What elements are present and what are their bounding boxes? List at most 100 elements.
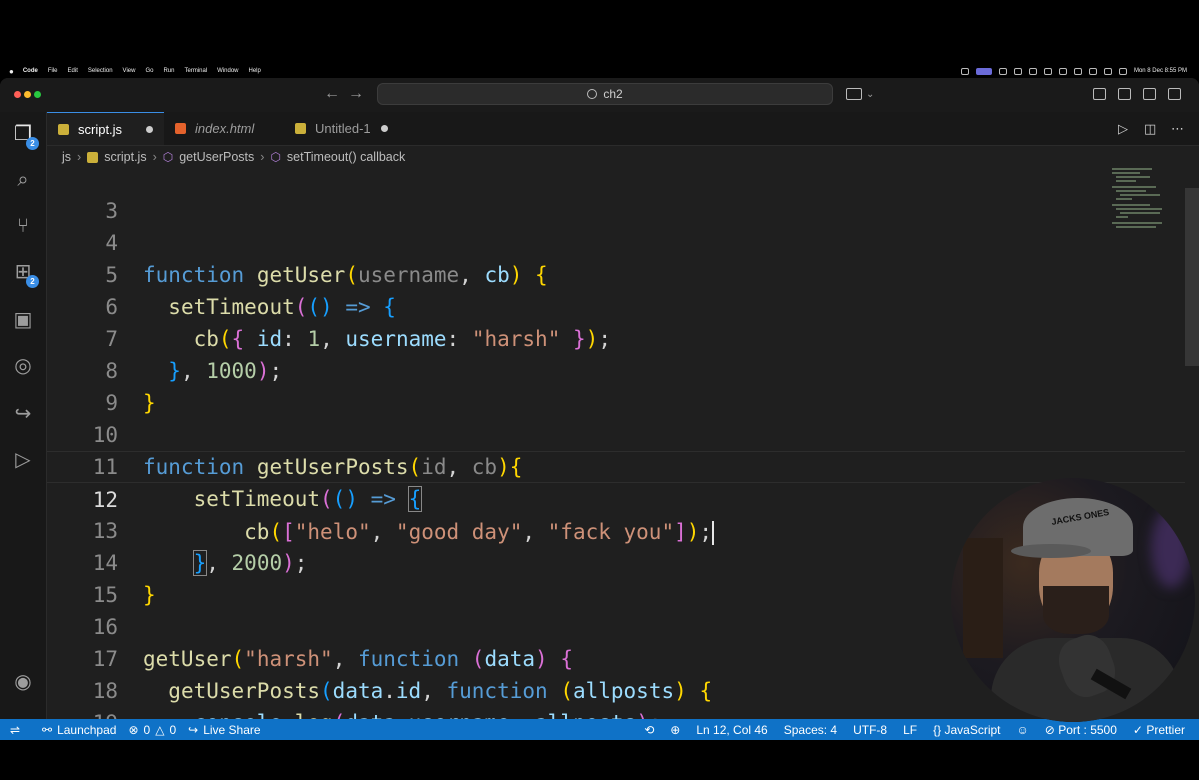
menu-bar-clock[interactable]: Mon 8 Dec 8:55 PM [1134,68,1187,74]
language-mode[interactable]: {} JavaScript [933,723,1000,737]
problems-status[interactable]: ⊗ 0 △ 0 [128,723,176,737]
close-window-button[interactable] [14,91,21,98]
menu-window[interactable]: Window [217,68,238,74]
code-line[interactable]: 8 } [47,323,1185,415]
run-code-icon[interactable]: ▷ [1118,121,1128,137]
launchpad-status[interactable]: ⚯ Launchpad [42,723,116,737]
toggle-secondary-sidebar-icon[interactable] [1168,88,1181,100]
tab-untitled-1[interactable]: Untitled-1 [295,112,405,145]
status-item-icon[interactable] [1043,67,1052,75]
breadcrumb-folder[interactable]: js [62,150,71,164]
presenter-beard [1043,586,1109,634]
more-actions-icon[interactable]: ⋯ [1171,121,1184,137]
end-of-line[interactable]: LF [903,723,917,737]
zoom-icon[interactable]: ⊕ [670,723,680,737]
menu-terminal[interactable]: Terminal [184,68,207,74]
title-bar: ← → ch2 ⌄ [0,78,1199,113]
menu-run[interactable]: Run [163,68,174,74]
code-line-current[interactable]: 12 cb(["helo", "good day", "fack you"]); [47,451,1185,545]
status-item-icon[interactable] [960,67,969,75]
command-center-search[interactable]: ch2 [377,83,833,105]
menu-help[interactable]: Help [249,68,261,74]
control-center-icon[interactable] [1118,67,1127,75]
unsaved-dot-icon[interactable] [380,125,388,132]
breadcrumb-file[interactable]: script.js [104,150,146,164]
html-file-icon [175,123,186,134]
toggle-panel-icon[interactable] [1143,88,1156,100]
prettier-status[interactable]: ✓ Prettier [1133,723,1185,737]
webcam-overlay: JACKS ONES [951,478,1195,722]
screen-recording-icon[interactable] [975,67,992,75]
javascript-file-icon [58,123,69,135]
menu-selection[interactable]: Selection [88,68,113,74]
search-icon[interactable] [1103,67,1112,75]
status-item-icon[interactable] [1013,67,1022,75]
breadcrumb: js › script.js › ⬡ getUserPosts › ⬡ setT… [62,146,405,168]
minimize-window-button[interactable] [24,91,31,98]
editor-scrollbar[interactable] [1185,188,1199,366]
account-icon[interactable]: ◉ [11,670,35,694]
search-icon [587,89,598,99]
presenter-cap-bill [1011,544,1091,558]
code-line[interactable]: 7 }, 1000); [47,291,1185,383]
chevron-down-icon[interactable]: ⌄ [866,89,874,100]
launchpad-icon: ⚯ [42,722,53,737]
toggle-primary-sidebar-icon[interactable] [1118,88,1131,100]
unsaved-dot-icon[interactable] [146,125,154,133]
zoom-window-button[interactable] [34,91,41,98]
encoding[interactable]: UTF-8 [853,723,887,737]
tab-script-js[interactable]: script.js [47,112,164,145]
breadcrumb-symbol[interactable]: getUserPosts [179,150,254,164]
back-arrow-icon[interactable]: ← [324,85,340,103]
chevron-right-icon: › [77,150,82,164]
source-control-icon[interactable]: ⑂ [11,214,35,238]
sync-icon[interactable]: ⟲ [644,723,654,737]
menu-view[interactable]: View [123,68,136,74]
editor-tabs: script.js index.html Untitled-1 ▷ ◫ ⋯ [47,112,1199,146]
status-item-icon[interactable] [1058,67,1067,75]
menu-go[interactable]: Go [145,68,153,74]
live-server-port[interactable]: ⊘ Port : 5500 [1045,723,1117,737]
copilot-chat-icon[interactable] [846,88,862,100]
menu-app-code[interactable]: Code [23,68,38,74]
code-line[interactable]: 6 cb({ id: 1, username: "harsh" }); [47,259,1185,351]
run-debug-icon[interactable]: ▷ [11,448,35,472]
minimap[interactable] [1108,166,1173,246]
code-line[interactable]: 4 function getUser(username, cb) { [47,195,1185,287]
status-item-icon[interactable] [1028,67,1037,75]
tab-label: script.js [78,121,123,137]
split-editor-icon[interactable]: ◫ [1144,121,1156,137]
menu-edit[interactable]: Edit [68,68,78,74]
status-item-icon[interactable] [998,67,1007,75]
indentation[interactable]: Spaces: 4 [784,723,837,737]
extensions-badge: 2 [26,275,39,288]
status-bar: ⇌ ⚯ Launchpad ⊗ 0 △ 0 ↪ Live Share ⟲ ⊕ L… [0,719,1199,740]
minimap-line [1112,172,1140,174]
copilot-icon[interactable]: ☺ [1017,723,1029,737]
code-line[interactable]: 10 function getUserPosts(id, cb){ [47,387,1185,479]
wifi-icon[interactable] [1088,67,1097,75]
code-line[interactable]: 5 setTimeout(() => { [47,227,1185,319]
remote-explorer-icon[interactable]: ▣ [11,308,35,332]
code-line[interactable]: 9 [47,355,1185,415]
extensions-icon[interactable]: ⊞ 2 [11,260,39,288]
gitlens-icon[interactable]: ◎ [11,354,35,378]
tab-index-html[interactable]: index.html [175,112,285,145]
forward-arrow-icon[interactable]: → [348,85,364,103]
explorer-icon[interactable]: ❐ 2 [11,122,39,150]
battery-icon[interactable] [1073,67,1082,75]
search-icon[interactable]: ⌕ [11,168,35,192]
code-line[interactable]: 11 setTimeout(() => { [47,419,1185,512]
apple-icon[interactable]: ● [9,67,14,76]
live-share-icon[interactable]: ↪ [11,402,35,426]
breadcrumb-symbol[interactable]: setTimeout() callback [287,150,405,164]
code-line[interactable]: 3 [47,170,1185,223]
menu-file[interactable]: File [48,68,58,74]
chevron-right-icon: › [260,150,265,164]
cursor-position[interactable]: Ln 12, Col 46 [696,723,767,737]
layout-customize-icon[interactable] [1093,88,1106,100]
port-icon: ⊘ [1044,722,1055,737]
command-center-label: ch2 [603,87,623,101]
live-share-status[interactable]: ↪ Live Share [188,723,260,737]
remote-indicator-icon[interactable]: ⇌ [0,719,30,740]
